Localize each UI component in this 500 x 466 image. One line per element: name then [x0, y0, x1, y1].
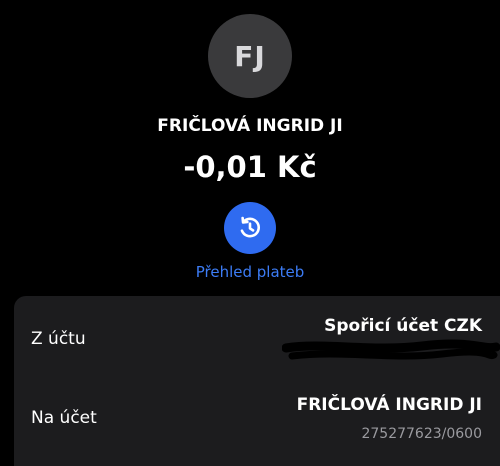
avatar-initials: FJ — [234, 39, 266, 73]
from-account-label: Z účtu — [31, 329, 86, 349]
transaction-details-card: Z účtu Spořicí účet CZK Na účet FRIČLOVÁ… — [14, 296, 500, 466]
recipient-account-number: 275277623/0600 — [361, 426, 482, 442]
history-icon — [240, 216, 260, 238]
payment-history-button[interactable] — [224, 202, 276, 254]
transaction-amount: -0,01 Kč — [183, 150, 317, 184]
recipient-name: FRIČLOVÁ INGRID JI — [296, 395, 482, 415]
from-account-value: Spořicí účet CZK — [324, 316, 482, 336]
payment-history-link[interactable]: Přehled plateb — [0, 263, 500, 281]
contact-name: FRIČLOVÁ INGRID JI — [157, 116, 343, 136]
redaction-scribble — [282, 339, 500, 360]
contact-avatar: FJ — [208, 14, 292, 98]
to-account-label: Na účet — [31, 408, 97, 428]
